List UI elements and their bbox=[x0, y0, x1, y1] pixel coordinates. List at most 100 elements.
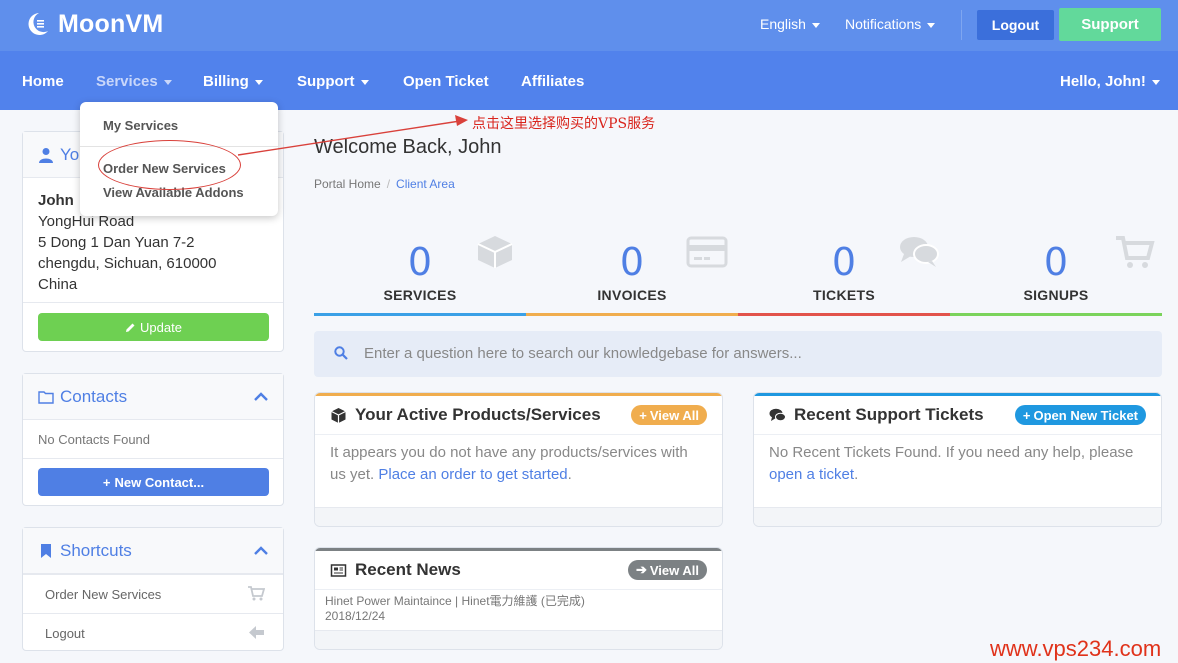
chevron-down-icon bbox=[927, 22, 936, 28]
language-menu[interactable]: English bbox=[760, 16, 820, 32]
address-line: China bbox=[38, 276, 78, 293]
shortcut-logout[interactable]: Logout bbox=[23, 613, 283, 652]
breadcrumb-separator: / bbox=[386, 177, 391, 191]
stat-label: TICKETS bbox=[813, 287, 875, 303]
divider bbox=[23, 302, 283, 303]
arrow-right-icon: ➔ bbox=[635, 562, 647, 577]
dropdown-my-services[interactable]: My Services bbox=[103, 118, 178, 133]
divider bbox=[754, 434, 1161, 435]
nav-home-label: Home bbox=[22, 73, 64, 90]
new-contact-button[interactable]: + New Contact... bbox=[38, 468, 269, 496]
breadcrumb: Portal Home / Client Area bbox=[314, 177, 455, 191]
nav-open-ticket[interactable]: Open Ticket bbox=[403, 73, 489, 90]
shortcuts-panel: Shortcuts Order New Services Logout bbox=[22, 527, 284, 651]
card-title: Recent Support Tickets bbox=[794, 405, 984, 424]
news-date: 2018/12/24 bbox=[325, 609, 386, 623]
nav-services-label: Services bbox=[96, 73, 158, 90]
stat-bar bbox=[526, 313, 738, 316]
open-new-ticket-button[interactable]: + Open New Ticket bbox=[1014, 405, 1146, 425]
chevron-down-icon bbox=[254, 79, 263, 85]
nav-support-label: Support bbox=[297, 73, 355, 90]
card-accent bbox=[315, 548, 722, 551]
card-body: It appears you do not have any products/… bbox=[330, 444, 688, 483]
user-menu[interactable]: Hello, John! bbox=[1060, 73, 1160, 90]
bookmark-icon bbox=[41, 544, 51, 558]
arrow-left-icon bbox=[249, 626, 264, 639]
card-footer bbox=[315, 630, 722, 649]
contacts-panel: Contacts No Contacts Found + New Contact… bbox=[22, 373, 284, 506]
nav-support[interactable]: Support bbox=[297, 73, 369, 90]
stat-bar bbox=[314, 313, 526, 316]
nav-affiliates[interactable]: Affiliates bbox=[521, 73, 584, 90]
shortcut-order-new-services[interactable]: Order New Services bbox=[23, 574, 283, 613]
card-accent bbox=[754, 393, 1161, 396]
stat-value: 0 bbox=[831, 240, 857, 284]
view-all-news-button[interactable]: ➔ View All bbox=[627, 560, 707, 580]
plus-icon: + bbox=[102, 474, 111, 490]
chevron-up-icon[interactable] bbox=[254, 546, 268, 555]
folder-icon bbox=[38, 391, 54, 404]
recent-tickets-card: Recent Support Tickets + Open New Ticket … bbox=[753, 392, 1162, 527]
no-contacts-text: No Contacts Found bbox=[38, 432, 151, 447]
page-title: Welcome Back, John bbox=[314, 136, 502, 158]
stat-label: INVOICES bbox=[597, 287, 667, 303]
stat-services[interactable]: 0 SERVICES bbox=[314, 232, 526, 316]
chevron-up-icon[interactable] bbox=[254, 392, 268, 401]
update-button[interactable]: Update bbox=[38, 313, 269, 341]
chevron-down-icon bbox=[1151, 79, 1160, 85]
stat-signups[interactable]: 0 SIGNUPS bbox=[950, 232, 1162, 316]
top-bar: MoonVM English Notifications Logout Supp… bbox=[0, 0, 1178, 51]
stat-value: 0 bbox=[407, 240, 433, 284]
nav-affiliates-label: Affiliates bbox=[521, 73, 585, 90]
place-order-link[interactable]: Place an order to get started bbox=[378, 466, 567, 483]
newspaper-icon bbox=[330, 564, 347, 577]
stat-invoices[interactable]: 0 INVOICES bbox=[526, 232, 738, 316]
nav-billing[interactable]: Billing bbox=[203, 73, 263, 90]
open-ticket-link[interactable]: open a ticket bbox=[769, 466, 854, 483]
chevron-down-icon bbox=[360, 79, 369, 85]
brand[interactable]: MoonVM bbox=[24, 8, 163, 40]
nav-services[interactable]: Services bbox=[96, 73, 172, 90]
card-body: No Recent Tickets Found. If you need any… bbox=[769, 444, 1134, 483]
pencil-icon bbox=[126, 323, 135, 332]
panel-header: Shortcuts bbox=[23, 528, 283, 574]
stat-bar bbox=[950, 313, 1162, 316]
new-contact-label: New Contact... bbox=[114, 474, 205, 490]
divider bbox=[315, 589, 722, 590]
annotation-text: 点击这里选择购买的VPS服务 bbox=[472, 116, 656, 132]
news-title: Hinet Power Maintaince | Hinet電力維護 (已完成) bbox=[325, 594, 585, 608]
view-all-button[interactable]: + View All bbox=[631, 405, 707, 425]
card-title: Recent News bbox=[355, 560, 461, 579]
panel-title: Yo bbox=[60, 145, 80, 164]
stat-label: SERVICES bbox=[383, 287, 457, 303]
breadcrumb-portal-home[interactable]: Portal Home bbox=[314, 177, 381, 191]
chevron-down-icon bbox=[163, 79, 172, 85]
moon-logo-icon bbox=[28, 13, 48, 35]
logout-button[interactable]: Logout bbox=[977, 10, 1054, 40]
news-item[interactable]: Hinet Power Maintaince | Hinet電力維護 (已完成)… bbox=[325, 594, 585, 624]
knowledgebase-search[interactable]: Enter a question here to search our know… bbox=[314, 331, 1162, 377]
stat-tickets[interactable]: 0 TICKETS bbox=[738, 232, 950, 316]
chevron-down-icon bbox=[811, 22, 820, 28]
nav-billing-label: Billing bbox=[203, 73, 249, 90]
cart-icon bbox=[248, 586, 265, 601]
notifications-menu[interactable]: Notifications bbox=[845, 16, 936, 32]
address-line: 5 Dong 1 Dan Yuan 7-2 bbox=[38, 234, 195, 251]
badge-label: Open New Ticket bbox=[1033, 407, 1138, 423]
panel-title: Contacts bbox=[60, 387, 128, 406]
support-button[interactable]: Support bbox=[1059, 8, 1161, 41]
recent-news-card: Recent News ➔ View All Hinet Power Mainta… bbox=[314, 547, 723, 650]
shortcut-label: Order New Services bbox=[45, 587, 162, 602]
nav-home[interactable]: Home bbox=[22, 73, 64, 90]
card-footer bbox=[754, 507, 1161, 526]
cube-icon bbox=[331, 408, 346, 423]
active-products-card: Your Active Products/Services + View All … bbox=[314, 392, 723, 527]
card-footer bbox=[315, 507, 722, 526]
panel-header: Contacts bbox=[23, 374, 283, 420]
search-placeholder: Enter a question here to search our know… bbox=[364, 345, 802, 362]
search-icon bbox=[334, 346, 348, 360]
card-body-text: No Recent Tickets Found. If you need any… bbox=[769, 444, 1134, 461]
plus-icon: + bbox=[1022, 407, 1031, 423]
divider bbox=[23, 458, 283, 459]
user-greeting: Hello, John! bbox=[1060, 73, 1146, 90]
